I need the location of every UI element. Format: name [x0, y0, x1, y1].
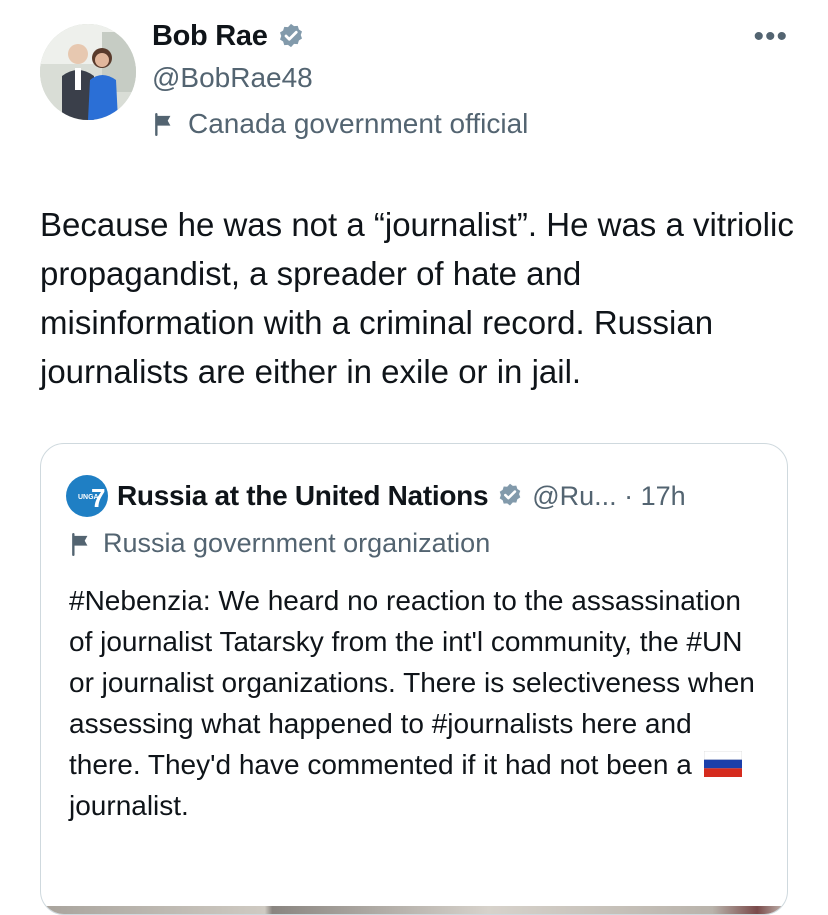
tweet-text: Because he was not a “journalist”. He wa…	[40, 206, 794, 390]
quoted-tweet-header: UNGA 7 Russia at the United Nations @Ru.…	[65, 474, 686, 518]
more-options-button[interactable]: •••	[753, 22, 788, 52]
quoted-author-name[interactable]: Russia at the United Nations	[117, 480, 489, 512]
author-affiliation-label: Canada government official	[188, 108, 529, 139]
quoted-text-after-flag: journalist.	[69, 790, 189, 821]
unga-logo-icon: UNGA 7	[66, 475, 108, 517]
author-name[interactable]: Bob Rae	[152, 20, 268, 53]
quoted-affiliation-label: Russia government organization	[103, 528, 491, 558]
author-handle[interactable]: @BobRae48	[152, 62, 313, 94]
author-name-row[interactable]: Bob Rae	[152, 20, 306, 53]
quoted-text-before-flag: #Nebenzia: We heard no reaction to the a…	[69, 585, 755, 780]
avatar-photo	[40, 24, 136, 120]
author-avatar[interactable]	[40, 24, 136, 120]
quoted-tweet-text: #Nebenzia: We heard no reaction to the a…	[69, 580, 769, 826]
quoted-affiliation: Russia government organization	[69, 528, 490, 559]
russia-flag-icon	[703, 751, 742, 777]
quoted-media-preview[interactable]	[41, 906, 787, 914]
author-affiliation: Canada government official	[152, 108, 528, 140]
verified-badge-icon	[499, 483, 521, 506]
quoted-author-handle-time[interactable]: @Ru... · 17h	[532, 481, 685, 512]
flag-icon	[155, 113, 171, 137]
flag-icon	[72, 532, 88, 556]
verified-badge-icon	[279, 23, 302, 47]
unga-logo-number: 7	[91, 483, 105, 513]
quoted-tweet-card[interactable]: UNGA 7 Russia at the United Nations @Ru.…	[40, 443, 788, 915]
